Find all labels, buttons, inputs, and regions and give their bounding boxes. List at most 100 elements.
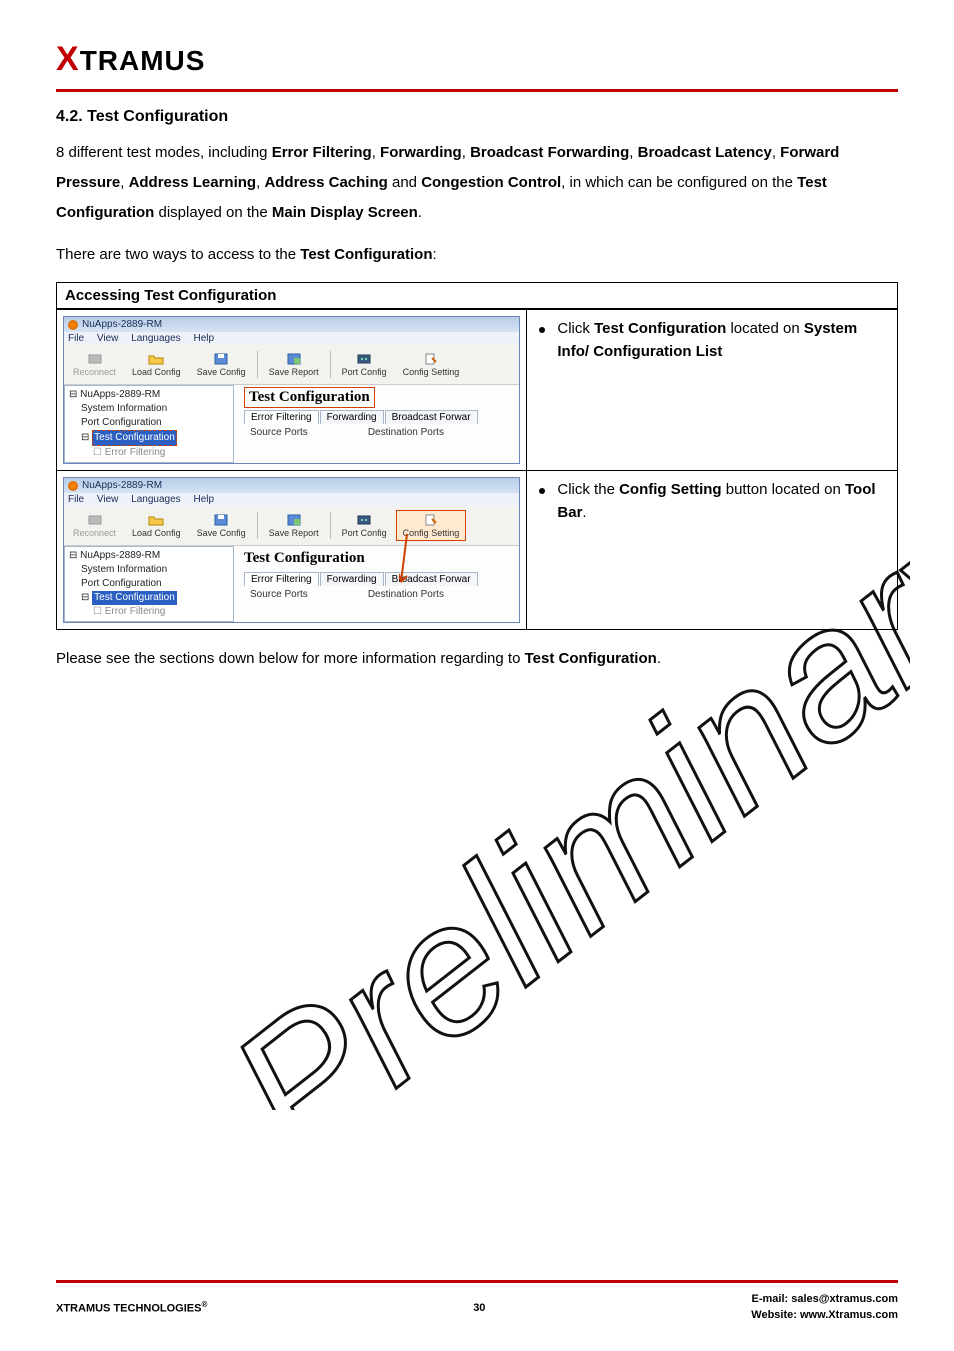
tab-forwarding[interactable]: Forwarding: [320, 410, 384, 424]
footer-company: XTRAMUS TECHNOLOGIES®: [56, 1300, 207, 1315]
term-address-learning: Address Learning: [129, 174, 257, 191]
tree-testconf[interactable]: ⊟ Test Configuration: [67, 430, 231, 446]
text: ,: [772, 144, 780, 161]
tree-root[interactable]: ⊟ NuApps-2889-RM: [67, 388, 231, 402]
tab-broadcast-forwarding[interactable]: Broadcast Forwar: [385, 572, 478, 586]
window-titlebar: NuApps-2889-RM: [64, 317, 519, 332]
tree-portconf[interactable]: Port Configuration: [67, 416, 231, 430]
menubar: File View Languages Help: [64, 332, 519, 345]
screenshot-cell: NuApps-2889-RM File View Languages Help …: [57, 471, 527, 629]
reconnect-button[interactable]: Reconnect: [66, 510, 123, 541]
btn-label: Config Setting: [403, 367, 460, 377]
config-setting-button[interactable]: Config Setting: [396, 510, 467, 541]
term: Test Configuration: [594, 320, 726, 337]
save-report-button[interactable]: Save Report: [262, 349, 326, 380]
menu-view[interactable]: View: [97, 494, 119, 505]
btn-label: Port Config: [342, 367, 387, 377]
description-cell: Click the Config Setting button located …: [527, 471, 897, 629]
tree-label-selected: Test Configuration: [92, 591, 177, 605]
app-window-1: NuApps-2889-RM File View Languages Help …: [63, 316, 520, 464]
tree-label: System Information: [81, 403, 167, 414]
text: There are two ways to access to the: [56, 246, 300, 263]
nav-tree: ⊟ NuApps-2889-RM System Information Port…: [64, 385, 234, 463]
tree-errfilt[interactable]: ☐ Error Filtering: [67, 446, 231, 460]
btn-label: Reconnect: [73, 367, 116, 377]
menu-help[interactable]: Help: [193, 494, 214, 505]
bullet-icon: [539, 327, 545, 333]
screenshot-cell: NuApps-2889-RM File View Languages Help …: [57, 310, 527, 470]
menu-help[interactable]: Help: [193, 333, 214, 344]
tab-broadcast-forwarding[interactable]: Broadcast Forwar: [385, 410, 478, 424]
tab-forwarding[interactable]: Forwarding: [320, 572, 384, 586]
tab-error-filtering[interactable]: Error Filtering: [244, 410, 319, 424]
app-window-2: NuApps-2889-RM File View Languages Help …: [63, 477, 520, 623]
registered-mark: ®: [201, 1300, 207, 1309]
tree-portconf[interactable]: Port Configuration: [67, 577, 231, 591]
btn-label: Save Config: [197, 367, 246, 377]
menu-file[interactable]: File: [68, 333, 84, 344]
text: displayed on the: [154, 204, 272, 221]
save-config-button[interactable]: Save Config: [190, 349, 253, 380]
tree-label: Port Configuration: [81, 578, 162, 589]
tree-label: Port Configuration: [81, 417, 162, 428]
content-tabs: Error Filtering Forwarding Broadcast For…: [244, 572, 517, 586]
ports-header-row: Source Ports Destination Ports: [244, 586, 517, 600]
table-header: Accessing Test Configuration: [57, 283, 897, 309]
menubar: File View Languages Help: [64, 493, 519, 506]
tree-sysinfo[interactable]: System Information: [67, 402, 231, 416]
text: and: [388, 174, 421, 191]
toolbar-separator: [330, 512, 331, 539]
term-congestion-control: Congestion Control: [421, 174, 561, 191]
load-config-button[interactable]: Load Config: [125, 349, 188, 380]
menu-file[interactable]: File: [68, 494, 84, 505]
text: Click: [557, 320, 594, 337]
intro-paragraph: 8 different test modes, including Error …: [56, 138, 898, 228]
reconnect-button[interactable]: Reconnect: [66, 349, 123, 380]
ports-header-row: Source Ports Destination Ports: [244, 424, 517, 438]
table-row: NuApps-2889-RM File View Languages Help …: [57, 470, 897, 629]
intro-paragraph-2: There are two ways to access to the Test…: [56, 240, 898, 270]
term-forwarding: Forwarding: [380, 144, 462, 161]
text: Click the: [557, 481, 619, 498]
tree-sysinfo[interactable]: System Information: [67, 563, 231, 577]
menu-languages[interactable]: Languages: [131, 333, 181, 344]
brand-rest: TRAMUS: [80, 45, 206, 76]
footer-page-number: 30: [473, 1302, 485, 1314]
tree-label: Error Filtering: [105, 447, 166, 458]
menu-languages[interactable]: Languages: [131, 494, 181, 505]
text: located on: [726, 320, 804, 337]
tree-testconf[interactable]: ⊟ Test Configuration: [67, 591, 231, 605]
destination-ports-label: Destination Ports: [368, 589, 444, 600]
save-report-button[interactable]: Save Report: [262, 510, 326, 541]
menu-view[interactable]: View: [97, 333, 119, 344]
window-title: NuApps-2889-RM: [82, 319, 162, 330]
save-config-button[interactable]: Save Config: [190, 510, 253, 541]
description-cell: Click Test Configuration located on Syst…: [527, 310, 897, 470]
tree-label: NuApps-2889-RM: [80, 389, 160, 400]
content-tabs: Error Filtering Forwarding Broadcast For…: [244, 410, 517, 424]
header-rule: [56, 89, 898, 92]
email: sales@xtramus.com: [791, 1293, 898, 1305]
term-broadcast-forwarding: Broadcast Forwarding: [470, 144, 629, 161]
btn-label: Load Config: [132, 367, 181, 377]
text: ,: [120, 174, 128, 191]
text: .: [657, 650, 661, 667]
port-config-button[interactable]: Port Config: [335, 510, 394, 541]
text: ,: [462, 144, 470, 161]
window-title: NuApps-2889-RM: [82, 480, 162, 491]
term-main-display-screen: Main Display Screen: [272, 204, 418, 221]
load-config-button[interactable]: Load Config: [125, 510, 188, 541]
tree-errfilt[interactable]: ☐ Error Filtering: [67, 605, 231, 619]
port-config-button[interactable]: Port Config: [335, 349, 394, 380]
save-icon: [212, 352, 230, 366]
tree-root[interactable]: ⊟ NuApps-2889-RM: [67, 549, 231, 563]
term-broadcast-latency: Broadcast Latency: [638, 144, 772, 161]
folder-open-icon: [147, 513, 165, 527]
reconnect-icon: [86, 352, 104, 366]
content-title: Test Configuration: [244, 548, 517, 570]
app-icon: [68, 481, 78, 491]
tab-error-filtering[interactable]: Error Filtering: [244, 572, 319, 586]
label: E-mail:: [752, 1293, 792, 1305]
config-setting-button[interactable]: Config Setting: [396, 349, 467, 380]
term: Test Configuration: [525, 650, 657, 667]
